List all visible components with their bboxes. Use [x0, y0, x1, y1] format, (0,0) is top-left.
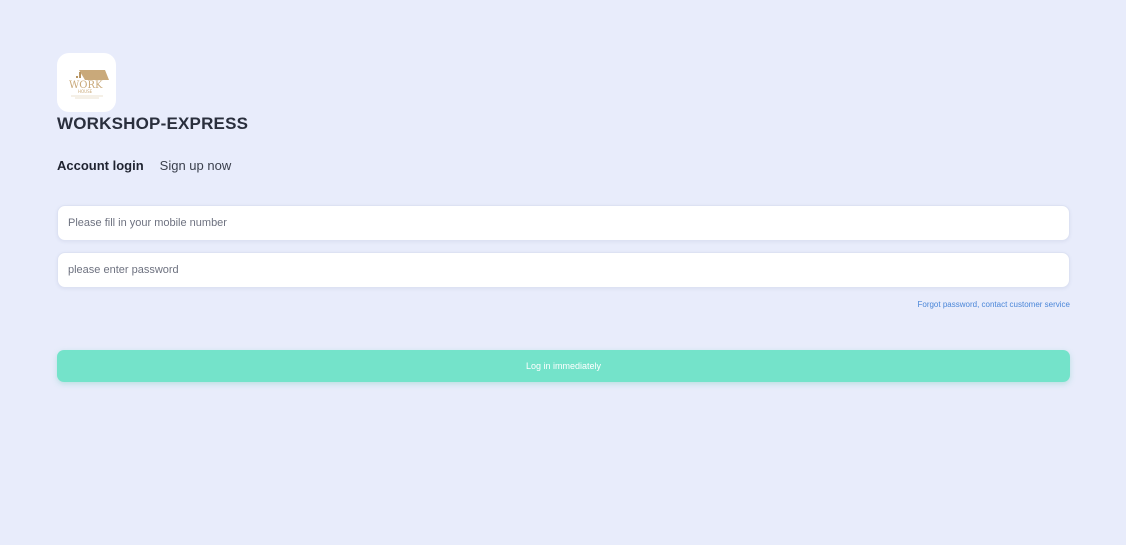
login-button[interactable]: Log in immediately — [57, 350, 1070, 382]
svg-text:HOUSE: HOUSE — [78, 89, 93, 94]
tab-account-login[interactable]: Account login — [57, 158, 144, 176]
app-title: WORKSHOP-EXPRESS — [57, 114, 249, 133]
forgot-password-link[interactable]: Forgot password, contact customer servic… — [917, 300, 1070, 309]
login-page: WORK HOUSE WORKSHOP-EXPRESS Account logi… — [0, 0, 1126, 545]
tab-sign-up[interactable]: Sign up now — [160, 158, 232, 175]
mobile-number-input[interactable] — [58, 206, 1069, 240]
auth-tabs: Account login Sign up now — [57, 158, 232, 176]
tab-account-login-label: Account login — [57, 158, 144, 173]
password-field — [57, 252, 1070, 288]
mobile-number-field — [57, 205, 1070, 241]
tab-sign-up-label: Sign up now — [159, 158, 232, 173]
app-logo: WORK HOUSE — [57, 53, 116, 112]
work-house-logo-icon: WORK HOUSE — [69, 69, 109, 98]
password-input[interactable] — [58, 253, 1069, 287]
